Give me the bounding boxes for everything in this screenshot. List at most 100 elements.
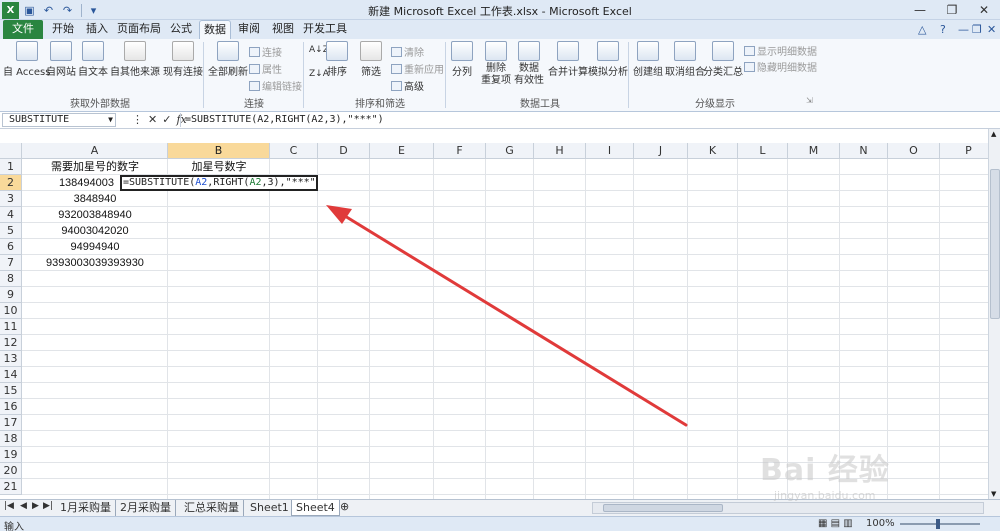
first-sheet-icon[interactable]: |◀ <box>4 501 14 511</box>
column-header-F[interactable]: F <box>434 143 486 159</box>
cell-A4[interactable]: 932003848940 <box>22 207 168 223</box>
cancel-entry-icon[interactable]: ✕ <box>148 113 157 126</box>
cell-A6[interactable]: 94994940 <box>22 239 168 255</box>
column-header-A[interactable]: A <box>22 143 168 159</box>
sheet-tab-summary[interactable]: 汇总采购量 <box>180 500 244 516</box>
tab-review[interactable]: 审阅 <box>234 20 264 39</box>
sheet-tab-sheet1[interactable]: Sheet1 <box>246 500 294 516</box>
row-header-4[interactable]: 4 <box>0 207 22 223</box>
name-box-dropdown-icon[interactable]: ▼ <box>108 114 113 126</box>
sheet-tab-jan[interactable]: 1月采购量 <box>56 500 116 516</box>
select-all-corner[interactable] <box>0 143 22 159</box>
group-button[interactable]: 创建组 <box>633 41 663 78</box>
row-header-6[interactable]: 6 <box>0 239 22 255</box>
next-sheet-icon[interactable]: ▶ <box>32 501 39 511</box>
column-header-L[interactable]: L <box>738 143 788 159</box>
reapply-button[interactable]: 重新应用 <box>391 61 444 76</box>
vertical-scroll-thumb[interactable] <box>990 169 1000 319</box>
text-to-columns-button[interactable]: 分列 <box>451 41 473 78</box>
row-header-1[interactable]: 1 <box>0 159 22 175</box>
row-header-17[interactable]: 17 <box>0 415 22 431</box>
filter-button[interactable]: 筛选 <box>360 41 382 78</box>
refresh-all-button[interactable]: 全部刷新 <box>208 41 248 78</box>
prev-sheet-icon[interactable]: ◀ <box>20 501 27 511</box>
from-other-button[interactable]: 自其他来源 <box>110 41 160 78</box>
row-header-10[interactable]: 10 <box>0 303 22 319</box>
scroll-up-icon[interactable]: ▲ <box>991 130 996 138</box>
row-header-20[interactable]: 20 <box>0 463 22 479</box>
column-header-H[interactable]: H <box>534 143 586 159</box>
insert-sheet-icon[interactable]: ⊕ <box>340 500 349 513</box>
cell-B2-editor[interactable]: =SUBSTITUTE(A2,RIGHT(A2,3),"***") <box>120 175 318 191</box>
column-header-P[interactable]: P <box>940 143 988 159</box>
close-button[interactable]: ✕ <box>968 0 1000 20</box>
tab-home[interactable]: 开始 <box>48 20 78 39</box>
row-header-12[interactable]: 12 <box>0 335 22 351</box>
name-box[interactable]: SUBSTITUTE ▼ <box>2 113 116 127</box>
cell-A2[interactable]: 138494003 <box>22 175 118 191</box>
ungroup-button[interactable]: 取消组合 <box>665 41 705 78</box>
row-header-11[interactable]: 11 <box>0 319 22 335</box>
column-header-J[interactable]: J <box>634 143 688 159</box>
help-icon[interactable]: ? <box>940 23 946 36</box>
column-header-E[interactable]: E <box>370 143 434 159</box>
row-header-14[interactable]: 14 <box>0 367 22 383</box>
from-text-button[interactable]: 自文本 <box>78 41 108 78</box>
outline-dialog-launcher-icon[interactable]: ⇲ <box>806 96 813 105</box>
subtotal-button[interactable]: 分类汇总 <box>703 41 743 78</box>
clear-button[interactable]: 清除 <box>391 44 424 59</box>
help-collapse-icon[interactable]: △ <box>918 23 926 36</box>
zoom-slider[interactable] <box>900 523 980 525</box>
data-validation-button[interactable]: 数据 有效性 <box>514 41 544 87</box>
confirm-entry-icon[interactable]: ✓ <box>162 113 171 126</box>
tab-developer[interactable]: 开发工具 <box>302 20 348 39</box>
last-sheet-icon[interactable]: ▶| <box>43 501 53 511</box>
row-header-15[interactable]: 15 <box>0 383 22 399</box>
sort-button[interactable]: 排序 <box>326 41 348 78</box>
advanced-button[interactable]: 高级 <box>391 78 424 93</box>
row-header-5[interactable]: 5 <box>0 223 22 239</box>
existing-connections-button[interactable]: 现有连接 <box>163 41 203 78</box>
column-header-I[interactable]: I <box>586 143 634 159</box>
horizontal-scroll-thumb[interactable] <box>603 504 723 512</box>
zoom-slider-knob[interactable] <box>936 519 940 529</box>
column-header-M[interactable]: M <box>788 143 840 159</box>
tab-formulas[interactable]: 公式 <box>166 20 196 39</box>
vertical-scrollbar[interactable]: ▲ ▼ <box>988 129 1000 499</box>
from-access-button[interactable]: 自 Access <box>3 41 50 78</box>
tab-page-layout[interactable]: 页面布局 <box>116 20 162 39</box>
row-header-2[interactable]: 2 <box>0 175 22 191</box>
sheet-tab-feb[interactable]: 2月采购量 <box>116 500 176 516</box>
tab-data[interactable]: 数据 <box>199 20 231 39</box>
what-if-button[interactable]: 模拟分析 <box>588 41 628 78</box>
row-header-3[interactable]: 3 <box>0 191 22 207</box>
cell-A1[interactable]: 需要加星号的数字 <box>22 159 168 175</box>
consolidate-button[interactable]: 合并计算 <box>548 41 588 78</box>
cell-A3[interactable]: 3848940 <box>22 191 168 207</box>
workbook-minimize-icon[interactable]: — <box>958 23 969 36</box>
column-header-N[interactable]: N <box>840 143 888 159</box>
zoom-level[interactable]: 100% <box>866 518 895 529</box>
row-header-13[interactable]: 13 <box>0 351 22 367</box>
cell-A5[interactable]: 94003042020 <box>22 223 168 239</box>
row-header-16[interactable]: 16 <box>0 399 22 415</box>
remove-duplicates-button[interactable]: 删除 重复项 <box>481 41 511 87</box>
page-view-icons[interactable]: ▦ ▤ ▥ <box>818 518 853 529</box>
column-header-G[interactable]: G <box>486 143 534 159</box>
cell-B1[interactable]: 加星号数字 <box>168 159 270 175</box>
sheet-tab-sheet4[interactable]: Sheet4 <box>291 500 340 516</box>
row-header-18[interactable]: 18 <box>0 431 22 447</box>
edit-links-button[interactable]: 编辑链接 <box>249 78 302 93</box>
column-header-D[interactable]: D <box>318 143 370 159</box>
column-header-B[interactable]: B <box>168 143 270 159</box>
column-header-C[interactable]: C <box>270 143 318 159</box>
cell-A7[interactable]: 9393003039393930 <box>22 255 168 271</box>
row-header-9[interactable]: 9 <box>0 287 22 303</box>
workbook-close-icon[interactable]: ✕ <box>987 23 996 36</box>
workbook-restore-icon[interactable]: ❐ <box>972 23 982 36</box>
row-header-21[interactable]: 21 <box>0 479 22 495</box>
properties-button[interactable]: 属性 <box>249 61 282 76</box>
row-header-19[interactable]: 19 <box>0 447 22 463</box>
scroll-down-icon[interactable]: ▼ <box>991 490 996 498</box>
tab-view[interactable]: 视图 <box>268 20 298 39</box>
